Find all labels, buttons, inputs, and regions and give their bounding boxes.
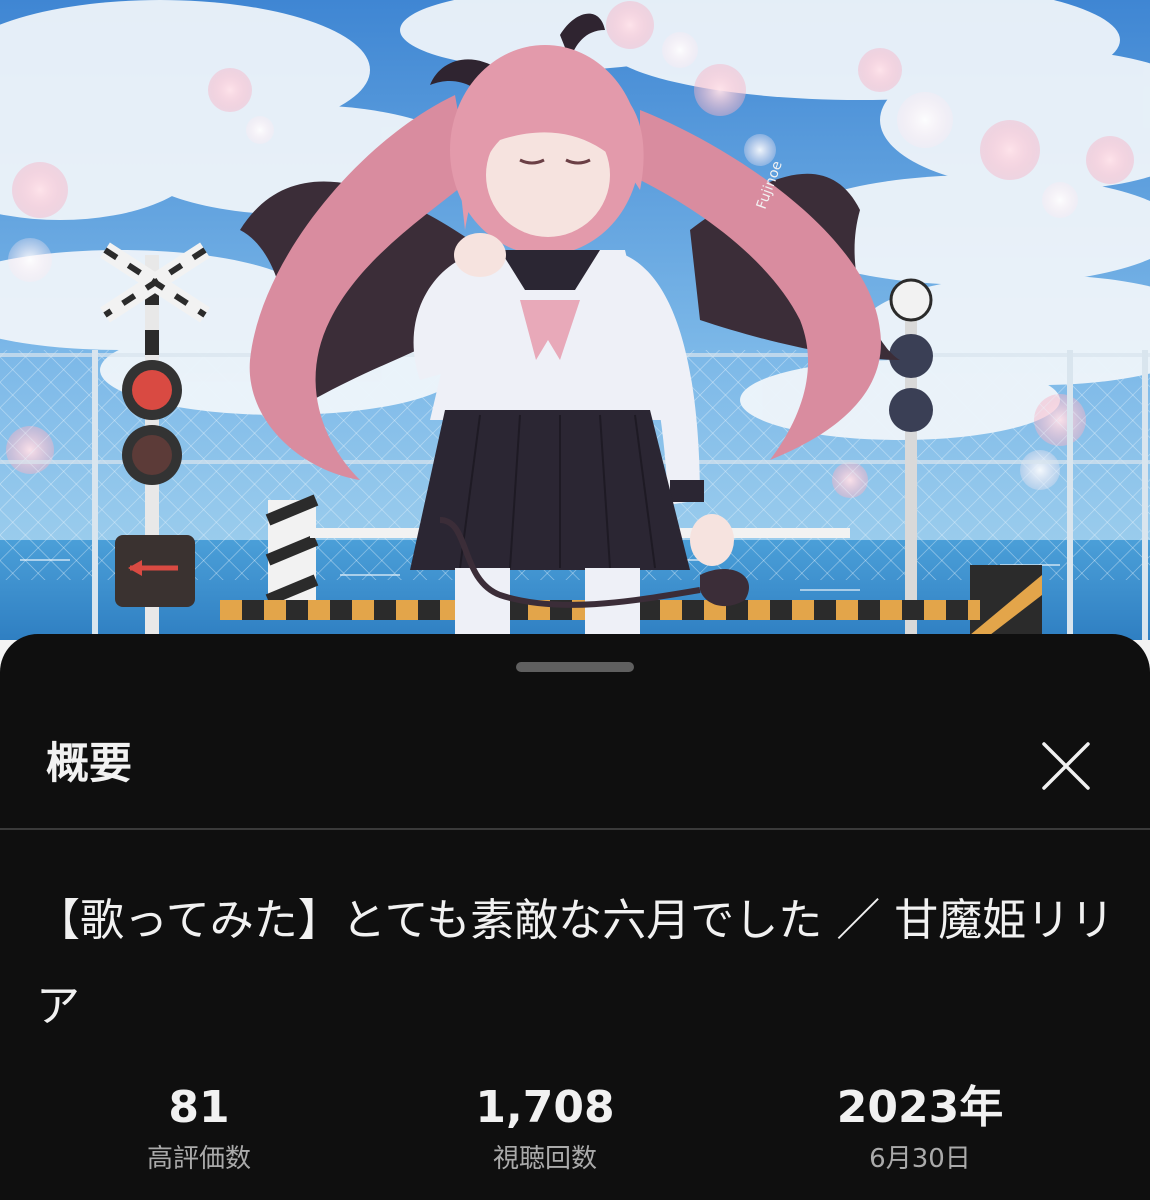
close-button[interactable] [1026,726,1106,806]
video-stats: 81 高評価数 1,708 視聴回数 2023年 6月30日 [0,1080,1150,1190]
close-icon [1042,742,1090,790]
video-screen: Fujinoe 概要 【歌ってみた】とても素敵な六月でした ／ 甘魔姫リリア 8… [0,0,1150,1200]
video-thumbnail[interactable]: Fujinoe [0,0,1150,640]
description-panel: 概要 【歌ってみた】とても素敵な六月でした ／ 甘魔姫リリア 81 高評価数 1… [0,634,1150,1200]
sheet-drag-handle[interactable] [516,662,634,672]
thumbnail-illustration: Fujinoe [0,0,1150,640]
likes-count: 81 [168,1082,230,1133]
views-stat: 1,708 視聴回数 [375,1080,715,1178]
publish-month-day: 6月30日 [869,1144,971,1174]
likes-stat: 81 高評価数 [29,1080,369,1178]
publish-date-stat: 2023年 6月30日 [750,1080,1090,1178]
video-title: 【歌ってみた】とても素敵な六月でした ／ 甘魔姫リリア [36,895,1115,1032]
likes-label: 高評価数 [146,1144,251,1174]
panel-header: 概要 [0,704,1150,830]
views-count: 1,708 [475,1082,615,1133]
panel-title: 概要 [46,739,132,789]
publish-year: 2023年 [836,1082,1004,1133]
views-label: 視聴回数 [492,1144,597,1174]
